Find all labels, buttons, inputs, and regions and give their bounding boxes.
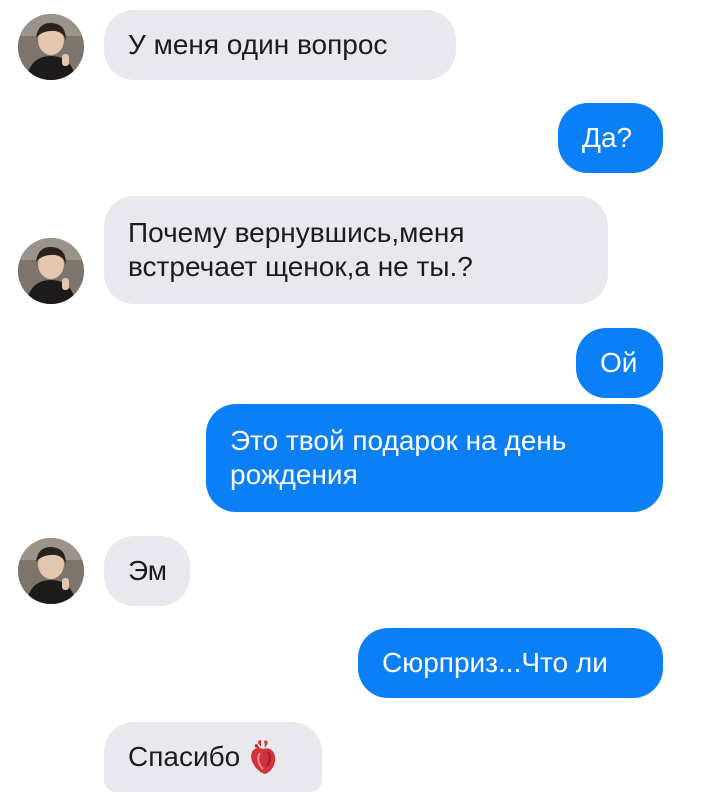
outgoing-message[interactable]: Ой [576,328,663,398]
incoming-message[interactable]: У меня один вопрос [104,10,456,80]
incoming-message[interactable]: Спасибо [104,722,322,792]
message-line: встречает щенок,а не ты.? [128,251,473,282]
message-text: Ой [600,347,638,378]
outgoing-message[interactable]: Да? [558,103,663,173]
message-line: рождения [230,459,358,490]
contact-avatar[interactable] [18,14,84,80]
anatomical-heart-icon [248,739,278,775]
message-text: Спасибо [128,741,241,772]
message-text: Сюрприз...Что ли [382,647,608,678]
contact-avatar[interactable] [18,538,84,604]
contact-avatar[interactable] [18,238,84,304]
message-text: Да? [582,122,633,153]
message-text: Эм [128,555,168,586]
message-text: У меня один вопрос [128,29,388,60]
outgoing-message[interactable]: Это твой подарок на день рождения [206,404,663,512]
outgoing-message[interactable]: Сюрприз...Что ли [358,628,663,698]
chat-thread: У меня один вопрос Да? Почему вернувшись… [0,0,720,792]
message-line: Почему вернувшись,меня [128,217,465,248]
incoming-message[interactable]: Эм [104,536,190,606]
message-line: Это твой подарок на день [230,425,567,456]
incoming-message[interactable]: Почему вернувшись,меня встречает щенок,а… [104,196,608,304]
